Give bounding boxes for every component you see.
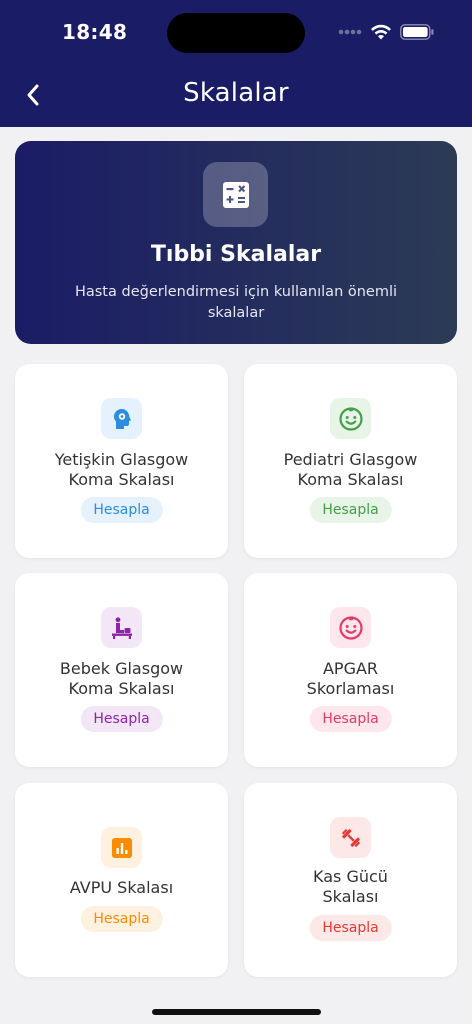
signal-icon bbox=[338, 29, 362, 35]
hero-title: Tıbbi Skalalar bbox=[150, 242, 322, 267]
card-icon-box bbox=[330, 817, 371, 858]
card-muscle-strength[interactable]: Kas Gücü Skalası Hesapla bbox=[244, 783, 457, 977]
status-icons bbox=[338, 20, 434, 44]
status-time: 18:48 bbox=[62, 20, 128, 44]
calculate-button[interactable]: Hesapla bbox=[309, 497, 392, 523]
card-title: AVPU Skalası bbox=[69, 878, 174, 897]
hero-icon-box bbox=[203, 162, 268, 227]
calculate-button[interactable]: Hesapla bbox=[80, 497, 163, 523]
calculate-button[interactable]: Hesapla bbox=[309, 706, 392, 732]
home-indicator[interactable] bbox=[152, 1009, 321, 1015]
calculate-button[interactable]: Hesapla bbox=[80, 706, 163, 732]
brain-head-icon bbox=[113, 408, 131, 429]
child-face-icon bbox=[338, 406, 363, 431]
page-title: Skalalar bbox=[183, 78, 289, 108]
hero-subtitle: Hasta değerlendirmesi için kullanılan ön… bbox=[74, 284, 398, 321]
card-icon-box bbox=[101, 827, 142, 868]
dynamic-island bbox=[167, 13, 305, 53]
calculator-icon bbox=[222, 181, 249, 208]
card-title: Yetişkin Glasgow Koma Skalası bbox=[54, 450, 189, 489]
card-adult-glasgow[interactable]: Yetişkin Glasgow Koma Skalası Hesapla bbox=[15, 364, 228, 558]
card-title: Pediatri Glasgow Koma Skalası bbox=[283, 450, 418, 489]
card-pediatric-glasgow[interactable]: Pediatri Glasgow Koma Skalası Hesapla bbox=[244, 364, 457, 558]
card-icon-box bbox=[101, 607, 142, 648]
battery-icon bbox=[400, 24, 434, 40]
app-header: 18:48 Skalalar bbox=[0, 0, 472, 127]
bar-chart-icon bbox=[111, 837, 132, 858]
card-icon-box bbox=[330, 398, 371, 439]
hero-banner: Tıbbi Skalalar Hasta değerlendirmesi içi… bbox=[15, 141, 457, 344]
wifi-icon bbox=[371, 24, 391, 39]
card-title: Kas Gücü Skalası bbox=[313, 867, 388, 906]
card-avpu[interactable]: AVPU Skalası Hesapla bbox=[15, 783, 228, 977]
card-apgar[interactable]: APGAR Skorlaması Hesapla bbox=[244, 573, 457, 767]
card-title: Bebek Glasgow Koma Skalası bbox=[59, 659, 184, 698]
card-title: APGAR Skorlaması bbox=[306, 659, 395, 698]
baby-face-icon bbox=[338, 615, 363, 640]
calculate-button[interactable]: Hesapla bbox=[309, 915, 392, 941]
card-baby-glasgow[interactable]: Bebek Glasgow Koma Skalası Hesapla bbox=[15, 573, 228, 767]
card-icon-box bbox=[330, 607, 371, 648]
baby-changing-icon bbox=[111, 616, 132, 639]
dumbbell-icon bbox=[341, 828, 360, 847]
card-icon-box bbox=[101, 398, 142, 439]
calculate-button[interactable]: Hesapla bbox=[80, 906, 163, 932]
